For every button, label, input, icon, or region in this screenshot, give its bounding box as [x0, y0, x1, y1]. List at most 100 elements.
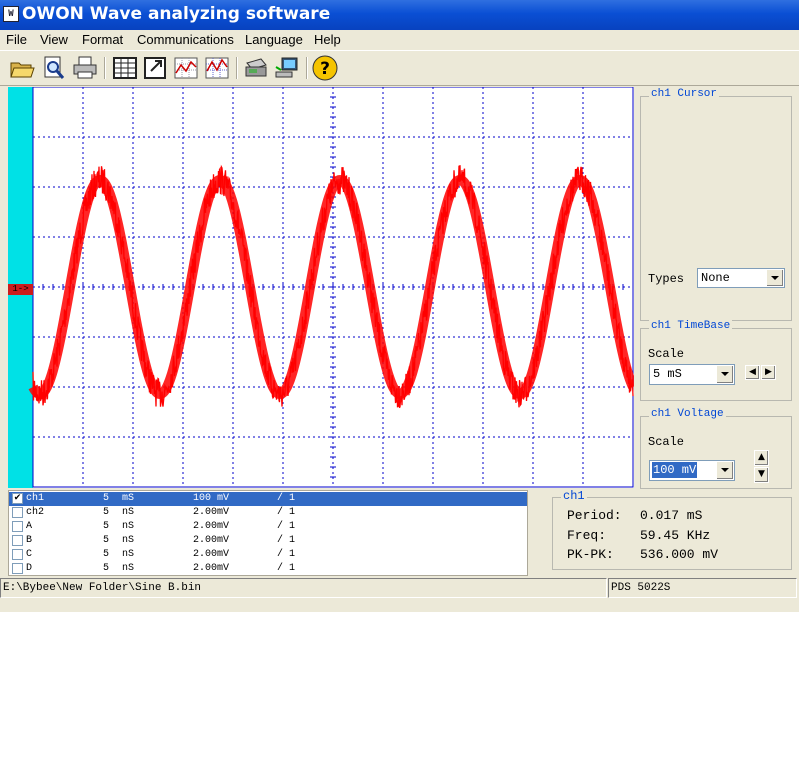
types-label: Types — [648, 272, 685, 286]
channel-name: ch2 — [26, 507, 45, 518]
timebase-panel-title: ch1 TimeBase — [649, 320, 733, 332]
channel-volt: 100 mV — [193, 493, 230, 504]
channel-ratio: / 1 — [277, 507, 296, 518]
channel-marker: 1-> — [8, 284, 33, 295]
computer-connect-icon[interactable] — [274, 55, 300, 81]
channel-time-unit: mS — [122, 493, 135, 504]
window-title: OWON Wave analyzing software — [22, 4, 331, 24]
channel-time: 5 — [103, 493, 110, 504]
measurement-panel-title: ch1 — [561, 489, 587, 503]
scope-display[interactable]: 1-> — [8, 87, 634, 488]
menu-view[interactable]: View — [40, 32, 68, 47]
channel-volt: 2.00mV — [193, 549, 230, 560]
voltage-scale-value: 100 mV — [652, 462, 698, 478]
menu-help[interactable]: Help — [314, 32, 341, 47]
channel-name: C — [26, 549, 33, 560]
voltage-panel: ch1 Voltage Scale 100 mV ▲ ▼ — [640, 408, 792, 489]
channel-time-unit: nS — [122, 507, 135, 518]
channel-ratio: / 1 — [277, 493, 296, 504]
scope-device-icon[interactable] — [243, 55, 269, 81]
channel-checkbox[interactable]: ✔ — [12, 493, 23, 504]
file-path-text: E:\Bybee\New Folder\Sine B.bin — [3, 582, 202, 594]
scope-svg — [8, 87, 634, 488]
freq-label: Freq: — [567, 528, 607, 543]
cursor-types-value: None — [701, 271, 730, 285]
period-label: Period: — [567, 508, 622, 523]
status-file-path: E:\Bybee\New Folder\Sine B.bin — [0, 578, 607, 598]
print-icon[interactable] — [72, 55, 98, 81]
channel-time: 5 — [103, 563, 110, 574]
waveform-chart-icon[interactable] — [173, 55, 199, 81]
channel-row[interactable]: B 5 nS 2.00mV / 1 — [9, 534, 527, 548]
channel-volt: 2.00mV — [193, 507, 230, 518]
waveform-grid-icon[interactable] — [204, 55, 230, 81]
menu-bar: File View Format Communications Language… — [0, 30, 799, 50]
table-icon[interactable] — [112, 55, 138, 81]
menu-communications[interactable]: Communications — [137, 32, 234, 47]
title-bar: W OWON Wave analyzing software — [0, 0, 799, 30]
app-window: W OWON Wave analyzing software File View… — [0, 0, 799, 612]
pkpk-label: PK-PK: — [567, 547, 614, 562]
channel-ratio: / 1 — [277, 535, 296, 546]
freq-value: 59.45 KHz — [640, 528, 711, 543]
channel-time-unit: nS — [122, 521, 135, 532]
channel-time-unit: nS — [122, 549, 135, 560]
status-device: PDS 5022S — [608, 578, 797, 598]
channel-ratio: / 1 — [277, 563, 296, 574]
channel-checkbox[interactable] — [12, 563, 23, 574]
pkpk-value: 536.000 mV — [640, 547, 719, 562]
channel-list[interactable]: ✔ ch1 5 mS 100 mV / 1 ch2 5 nS 2.00mV / … — [8, 490, 528, 576]
channel-volt: 2.00mV — [193, 563, 230, 574]
toolbar-separator — [306, 57, 308, 79]
cursor-panel: ch1 Cursor Types None — [640, 88, 792, 321]
channel-row[interactable]: C 5 nS 2.00mV / 1 — [9, 548, 527, 562]
arrow-right-icon[interactable]: ▶ — [761, 365, 776, 380]
channel-time-unit: nS — [122, 535, 135, 546]
channel-row[interactable]: A 5 nS 2.00mV / 1 — [9, 520, 527, 534]
menu-file[interactable]: File — [6, 32, 27, 47]
timebase-panel: ch1 TimeBase Scale 5 mS ◀ ▶ — [640, 320, 792, 401]
print-preview-icon[interactable] — [41, 55, 67, 81]
channel-name: ch1 — [26, 493, 45, 504]
channel-row[interactable]: D 5 nS 2.00mV / 1 — [9, 562, 527, 575]
cursor-panel-title: ch1 Cursor — [649, 88, 720, 100]
open-folder-icon[interactable] — [9, 55, 35, 81]
menu-language[interactable]: Language — [245, 32, 303, 47]
voltage-scale-label: Scale — [648, 435, 685, 449]
voltage-scale-select[interactable]: 100 mV — [649, 460, 735, 481]
channel-row[interactable]: ch2 5 nS 2.00mV / 1 — [9, 506, 527, 520]
channel-time: 5 — [103, 507, 110, 518]
arrow-left-icon[interactable]: ◀ — [745, 365, 760, 380]
channel-volt: 2.00mV — [193, 535, 230, 546]
timebase-scale-select[interactable]: 5 mS — [649, 364, 735, 385]
cursor-types-select[interactable]: None — [697, 268, 785, 288]
arrow-down-icon[interactable]: ▼ — [754, 467, 769, 483]
help-icon[interactable]: ? — [312, 55, 338, 81]
device-text: PDS 5022S — [611, 582, 671, 594]
channel-name: D — [26, 563, 33, 574]
timebase-scale-label: Scale — [648, 347, 685, 361]
toolbar: ? — [0, 50, 799, 86]
channel-volt: 2.00mV — [193, 521, 230, 532]
export-icon[interactable] — [143, 55, 169, 81]
channel-ratio: / 1 — [277, 549, 296, 560]
channel-checkbox[interactable] — [12, 535, 23, 546]
channel-checkbox[interactable] — [12, 507, 23, 518]
channel-time-unit: nS — [122, 563, 135, 574]
channel-time: 5 — [103, 535, 110, 546]
channel-time: 5 — [103, 521, 110, 532]
status-bar: E:\Bybee\New Folder\Sine B.bin PDS 5022S — [0, 578, 799, 600]
chevron-down-icon[interactable] — [716, 366, 733, 383]
chevron-down-icon[interactable] — [716, 462, 733, 479]
menu-format[interactable]: Format — [82, 32, 123, 47]
chevron-down-icon[interactable] — [766, 270, 783, 286]
arrow-up-icon[interactable]: ▲ — [754, 450, 769, 466]
channel-row[interactable]: ✔ ch1 5 mS 100 mV / 1 — [9, 492, 527, 506]
channel-name: B — [26, 535, 33, 546]
channel-checkbox[interactable] — [12, 521, 23, 532]
toolbar-separator — [104, 57, 106, 79]
channel-checkbox[interactable] — [12, 549, 23, 560]
timebase-scale-value: 5 mS — [653, 367, 682, 381]
toolbar-separator — [236, 57, 238, 79]
app-icon: W — [3, 6, 19, 22]
